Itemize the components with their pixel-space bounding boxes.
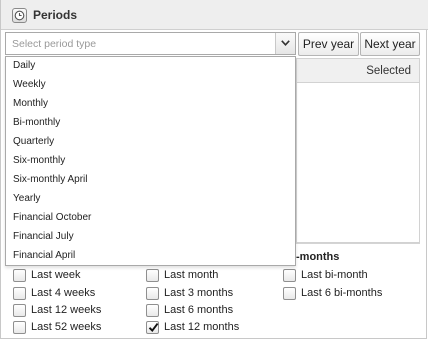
dropdown-item[interactable]: Monthly [13,98,48,109]
checkbox-label: Last 6 months [164,304,234,316]
checkbox-last-month[interactable]: Last month [146,269,276,283]
selected-header: Selected [296,58,420,83]
checkbox[interactable] [146,287,159,300]
period-type-placeholder: Select period type [12,38,97,50]
dropdown-item[interactable]: Bi-monthly [13,117,60,128]
checkbox[interactable] [13,304,26,317]
next-year-button[interactable]: Next year [360,32,420,56]
checkbox-label: Last month [164,269,219,281]
checkbox-last-3-months[interactable]: Last 3 months [146,287,276,301]
checkbox-label: Last 12 weeks [31,304,102,316]
chevron-down-icon [281,40,290,46]
checkmark-icon [148,323,159,333]
checkbox-last-6-months[interactable]: Last 6 months [146,304,276,318]
dropdown-item[interactable]: Financial April [13,250,75,261]
checkbox[interactable] [146,269,159,282]
checkbox-label: Last 4 weeks [31,287,96,299]
checkbox[interactable] [283,287,296,300]
dropdown-item[interactable]: Daily [13,60,35,71]
panel-header[interactable]: Periods [1,0,428,30]
selected-periods-list[interactable] [296,83,420,243]
period-type-dropdown: Daily Weekly Monthly Bi-monthly Quarterl… [5,56,296,266]
checkbox[interactable] [13,287,26,300]
period-type-select[interactable]: Select period type [5,32,296,55]
checkbox-label: Last 12 months [164,321,240,333]
checkbox[interactable] [13,269,26,282]
checkbox[interactable] [146,304,159,317]
checkbox-last-12-months[interactable]: Last 12 months [146,321,276,335]
checkbox-label: Last 6 bi-months [301,287,383,299]
checkbox-label: Last bi-month [301,269,368,281]
bimonths-heading: -months [296,251,340,263]
periods-panel: Periods Select period type Prev year Nex… [0,0,428,339]
checkbox[interactable] [146,321,159,334]
checkbox-label: Last week [31,269,81,281]
checkbox[interactable] [13,321,26,334]
checkbox-last-52-weeks[interactable]: Last 52 weeks [13,321,133,335]
selected-label: Selected [366,65,411,77]
checkbox-last-6-bi-months[interactable]: Last 6 bi-months [283,287,413,301]
dropdown-item[interactable]: Weekly [13,79,46,90]
checkbox[interactable] [283,269,296,282]
checkbox-last-12-weeks[interactable]: Last 12 weeks [13,304,133,318]
dropdown-item[interactable]: Six-monthly [13,155,65,166]
checkbox-label: Last 3 months [164,287,234,299]
panel-title: Periods [33,8,78,22]
checkbox-last-4-weeks[interactable]: Last 4 weeks [13,287,133,301]
dropdown-item[interactable]: Quarterly [13,136,54,147]
checkbox-last-week[interactable]: Last week [13,269,133,283]
clock-icon [12,8,27,23]
checkbox-last-bi-month[interactable]: Last bi-month [283,269,413,283]
prev-year-button[interactable]: Prev year [298,32,359,56]
checkbox-label: Last 52 weeks [31,321,102,333]
dropdown-item[interactable]: Yearly [13,193,40,204]
dropdown-item[interactable]: Financial July [13,231,74,242]
dropdown-item[interactable]: Six-monthly April [13,174,87,185]
dropdown-toggle[interactable] [275,33,295,54]
dropdown-item[interactable]: Financial October [13,212,91,223]
